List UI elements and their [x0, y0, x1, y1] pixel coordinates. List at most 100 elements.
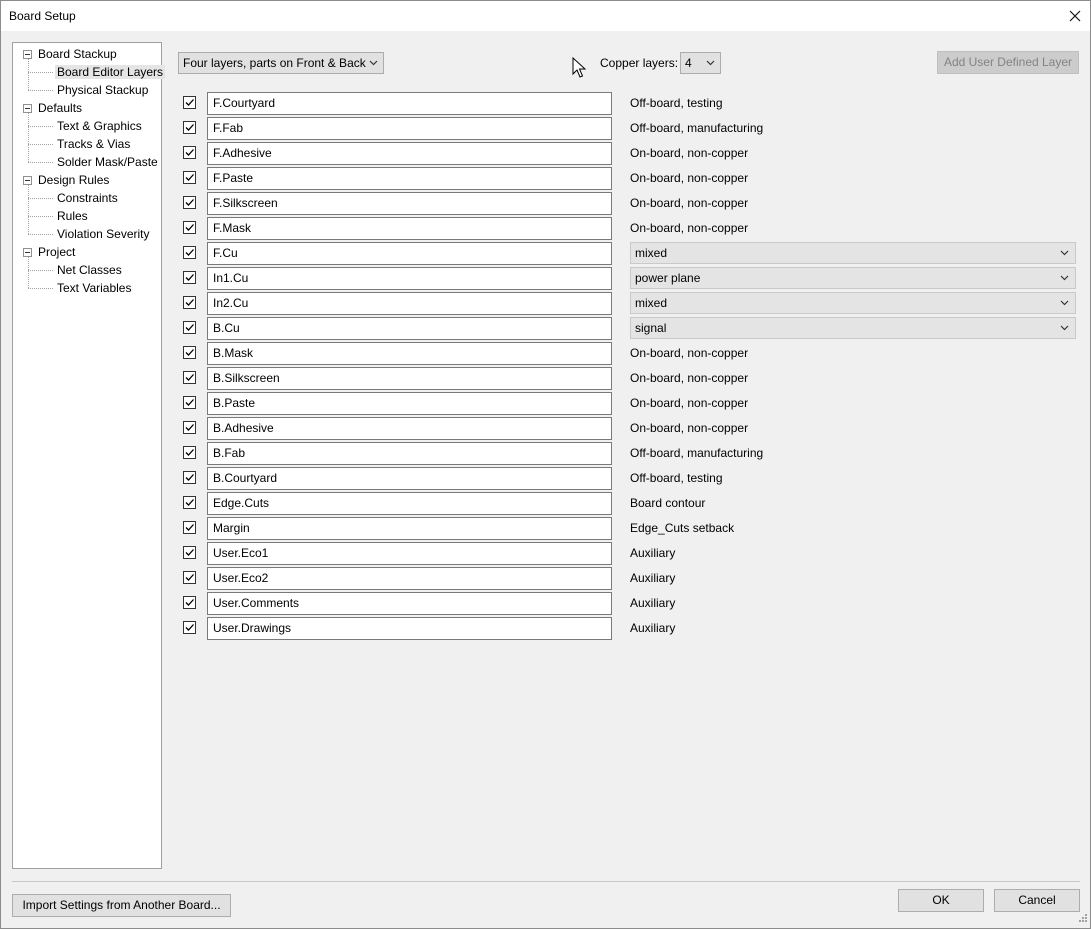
tree-item-violation-severity[interactable]: Violation Severity	[57, 225, 150, 243]
tree-item-label: Constraints	[57, 191, 118, 205]
tree-item-text-variables[interactable]: Text Variables	[57, 279, 131, 297]
tree-item-physical-stackup[interactable]: Physical Stackup	[57, 81, 148, 99]
footer-divider	[12, 881, 1080, 882]
collapse-icon[interactable]	[23, 248, 32, 257]
layer-description: On-board, non-copper	[630, 221, 749, 235]
tree-item-project[interactable]: Project	[38, 243, 75, 261]
layer-name-input[interactable]: B.Cu	[207, 317, 612, 340]
import-settings-button[interactable]: Import Settings from Another Board...	[12, 894, 231, 917]
layer-name-input[interactable]: User.Comments	[207, 592, 612, 615]
layer-name-input[interactable]: Margin	[207, 517, 612, 540]
tree-item-solder-mask-paste[interactable]: Solder Mask/Paste	[57, 153, 158, 171]
layer-name-input[interactable]: F.Adhesive	[207, 142, 612, 165]
layer-enabled-checkbox[interactable]	[183, 496, 196, 509]
layer-name-input[interactable]: B.Courtyard	[207, 467, 612, 490]
layer-name-input[interactable]: F.Silkscreen	[207, 192, 612, 215]
resize-grip-icon[interactable]	[1078, 912, 1088, 926]
ok-button[interactable]: OK	[898, 889, 984, 912]
layer-row: User.Drawings Auxiliary	[183, 617, 1083, 642]
layer-type-select[interactable]: signal	[630, 317, 1076, 339]
layer-name-input[interactable]: F.Fab	[207, 117, 612, 140]
layer-name-input[interactable]: User.Drawings	[207, 617, 612, 640]
tree-connector	[28, 162, 53, 163]
layer-name-input[interactable]: User.Eco2	[207, 567, 612, 590]
checkmark-icon	[185, 149, 194, 156]
layer-type-select[interactable]: power plane	[630, 267, 1076, 289]
layer-enabled-checkbox[interactable]	[183, 371, 196, 384]
layer-enabled-checkbox[interactable]	[183, 196, 196, 209]
layer-description: On-board, non-copper	[630, 146, 749, 160]
layer-enabled-checkbox[interactable]	[183, 446, 196, 459]
tree-item-board-editor-layers[interactable]: Board Editor Layers	[55, 63, 166, 81]
layer-enabled-checkbox[interactable]	[183, 221, 196, 234]
layer-enabled-checkbox[interactable]	[183, 621, 196, 634]
add-user-defined-layer-button[interactable]: Add User Defined Layer	[937, 51, 1079, 74]
layer-name-input[interactable]: B.Fab	[207, 442, 612, 465]
layer-description: Board contour	[630, 496, 706, 510]
layer-description: On-board, non-copper	[630, 371, 749, 385]
tree-item-rules[interactable]: Rules	[57, 207, 88, 225]
close-icon[interactable]	[1060, 1, 1090, 31]
layer-name-input[interactable]: In2.Cu	[207, 292, 612, 315]
layer-name-input[interactable]: F.Paste	[207, 167, 612, 190]
layer-name-input[interactable]: F.Courtyard	[207, 92, 612, 115]
layer-enabled-checkbox[interactable]	[183, 546, 196, 559]
layer-type-select[interactable]: mixed	[630, 292, 1076, 314]
layer-name-input[interactable]: B.Silkscreen	[207, 367, 612, 390]
collapse-icon[interactable]	[23, 50, 32, 59]
layer-name-input[interactable]: F.Mask	[207, 217, 612, 240]
layer-enabled-checkbox[interactable]	[183, 346, 196, 359]
layer-enabled-checkbox[interactable]	[183, 521, 196, 534]
layer-enabled-checkbox[interactable]	[183, 596, 196, 609]
layer-row: F.Paste On-board, non-copper	[183, 167, 1083, 192]
checkmark-icon	[185, 274, 194, 281]
layer-enabled-checkbox[interactable]	[183, 321, 196, 334]
layer-enabled-checkbox[interactable]	[183, 121, 196, 134]
layer-enabled-checkbox[interactable]	[183, 171, 196, 184]
layer-name-input[interactable]: User.Eco1	[207, 542, 612, 565]
checkmark-icon	[185, 174, 194, 181]
checkmark-icon	[185, 474, 194, 481]
tree-item-label: Tracks & Vias	[57, 137, 131, 151]
layer-name-input[interactable]: B.Mask	[207, 342, 612, 365]
layer-enabled-checkbox[interactable]	[183, 421, 196, 434]
layer-description: Off-board, testing	[630, 471, 723, 485]
checkmark-icon	[185, 99, 194, 106]
copper-layers-label: Copper layers:	[600, 56, 679, 70]
tree-item-label: Solder Mask/Paste	[57, 155, 158, 169]
tree-item-constraints[interactable]: Constraints	[57, 189, 118, 207]
cancel-button[interactable]: Cancel	[994, 889, 1080, 912]
copper-layers-select[interactable]: 4	[680, 52, 721, 74]
tree-connector	[28, 144, 53, 145]
tree-connector	[28, 216, 53, 217]
tree-item-design-rules[interactable]: Design Rules	[38, 171, 109, 189]
tree-item-net-classes[interactable]: Net Classes	[57, 261, 122, 279]
layer-row: Edge.Cuts Board contour	[183, 492, 1083, 517]
tree-item-board-stackup[interactable]: Board Stackup	[38, 45, 117, 63]
layer-enabled-checkbox[interactable]	[183, 571, 196, 584]
layer-enabled-checkbox[interactable]	[183, 471, 196, 484]
layer-name-input[interactable]: F.Cu	[207, 242, 612, 265]
layer-name-input[interactable]: In1.Cu	[207, 267, 612, 290]
collapse-icon[interactable]	[23, 176, 32, 185]
layer-enabled-checkbox[interactable]	[183, 396, 196, 409]
layer-name-input[interactable]: B.Adhesive	[207, 417, 612, 440]
checkmark-icon	[185, 399, 194, 406]
layer-enabled-checkbox[interactable]	[183, 296, 196, 309]
layer-enabled-checkbox[interactable]	[183, 146, 196, 159]
layer-name-input[interactable]: B.Paste	[207, 392, 612, 415]
layer-row: In2.Cu mixed	[183, 292, 1083, 317]
layer-enabled-checkbox[interactable]	[183, 246, 196, 259]
layer-enabled-checkbox[interactable]	[183, 96, 196, 109]
tree-item-text-graphics[interactable]: Text & Graphics	[57, 117, 142, 135]
tree-item-tracks-vias[interactable]: Tracks & Vias	[57, 135, 130, 153]
preset-select-value: Four layers, parts on Front & Back	[183, 56, 366, 70]
layer-enabled-checkbox[interactable]	[183, 271, 196, 284]
collapse-icon[interactable]	[23, 104, 32, 113]
tree-item-label: Rules	[57, 209, 88, 223]
layer-type-select[interactable]: mixed	[630, 242, 1076, 264]
preset-select[interactable]: Four layers, parts on Front & Back	[178, 52, 384, 74]
layer-name-input[interactable]: Edge.Cuts	[207, 492, 612, 515]
tree-item-defaults[interactable]: Defaults	[38, 99, 82, 117]
layer-row: F.Courtyard Off-board, testing	[183, 92, 1083, 117]
